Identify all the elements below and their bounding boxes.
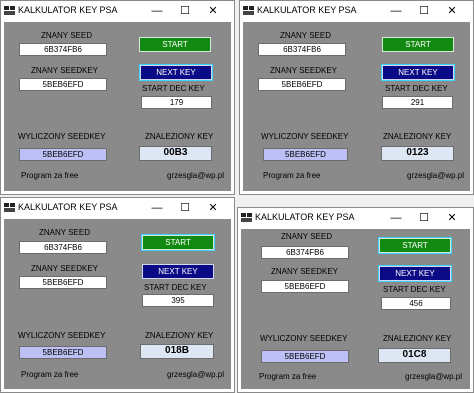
minimize-icon[interactable]: — bbox=[385, 210, 407, 226]
seed-field[interactable]: 6B374FB6 bbox=[19, 241, 107, 254]
label-znany-seed: ZNANY SEED bbox=[280, 31, 331, 40]
window-title: KALKULATOR KEY PSA bbox=[18, 202, 118, 212]
label-znany-seed: ZNANY SEED bbox=[281, 232, 332, 241]
close-icon[interactable]: ✕ bbox=[441, 210, 463, 226]
seedkey-field[interactable]: 5BEB6EFD bbox=[261, 280, 349, 293]
start-dec-field[interactable]: 291 bbox=[382, 96, 453, 109]
minimize-icon[interactable]: — bbox=[146, 200, 168, 216]
maximize-icon[interactable]: ☐ bbox=[413, 3, 435, 19]
label-start-dec-key: START DEC KEY bbox=[383, 285, 446, 294]
window-title: KALKULATOR KEY PSA bbox=[255, 212, 355, 222]
label-start-dec-key: START DEC KEY bbox=[385, 84, 448, 93]
seed-field[interactable]: 6B374FB6 bbox=[19, 43, 107, 56]
close-icon[interactable]: ✕ bbox=[441, 3, 463, 19]
computed-seedkey-field: 5BEB6EFD bbox=[263, 148, 348, 161]
maximize-icon[interactable]: ☐ bbox=[174, 200, 196, 216]
minimize-icon[interactable]: — bbox=[146, 3, 168, 19]
label-znaleziony-key: ZNALEZIONY KEY bbox=[383, 132, 452, 141]
seedkey-field[interactable]: 5BEB6EFD bbox=[19, 78, 107, 91]
maximize-icon[interactable]: ☐ bbox=[174, 3, 196, 19]
found-key-field: 018B bbox=[140, 344, 214, 359]
calculator-window-2: KALKULATOR KEY PSA — ☐ ✕ ZNANY SEED 6B37… bbox=[239, 0, 474, 195]
next-key-button[interactable]: NEXT KEY bbox=[142, 264, 214, 279]
computed-seedkey-field: 5BEB6EFD bbox=[19, 148, 107, 161]
form-panel: ZNANY SEED 6B374FB6 ZNANY SEEDKEY 5BEB6E… bbox=[243, 22, 470, 191]
label-wyliczony-seedkey: WYLICZONY SEEDKEY bbox=[18, 331, 106, 340]
label-znany-seedkey: ZNANY SEEDKEY bbox=[31, 264, 98, 273]
maximize-icon[interactable]: ☐ bbox=[413, 210, 435, 226]
app-icon bbox=[241, 213, 252, 222]
window-title: KALKULATOR KEY PSA bbox=[257, 5, 357, 15]
footer-left: Program za free bbox=[21, 370, 79, 379]
seed-field[interactable]: 6B374FB6 bbox=[258, 43, 346, 56]
footer-left: Program za free bbox=[259, 372, 317, 381]
seedkey-field[interactable]: 5BEB6EFD bbox=[258, 78, 346, 91]
computed-seedkey-field: 5BEB6EFD bbox=[261, 350, 349, 363]
app-icon bbox=[4, 6, 15, 15]
calculator-window-3: KALKULATOR KEY PSA — ☐ ✕ ZNANY SEED 6B37… bbox=[0, 197, 235, 393]
found-key-field: 0123 bbox=[381, 146, 454, 161]
footer-email: grzesgla@wp.pl bbox=[167, 171, 225, 180]
app-icon bbox=[4, 203, 15, 212]
footer-email: grzesgla@wp.pl bbox=[167, 370, 225, 379]
label-wyliczony-seedkey: WYLICZONY SEEDKEY bbox=[260, 334, 348, 343]
seedkey-field[interactable]: 5BEB6EFD bbox=[19, 276, 107, 289]
label-start-dec-key: START DEC KEY bbox=[142, 84, 205, 93]
start-button[interactable]: START bbox=[141, 234, 215, 251]
footer-email: grzesgla@wp.pl bbox=[405, 372, 463, 381]
close-icon[interactable]: ✕ bbox=[202, 200, 224, 216]
form-panel: ZNANY SEED 6B374FB6 ZNANY SEEDKEY 5BEB6E… bbox=[4, 22, 231, 191]
label-znaleziony-key: ZNALEZIONY KEY bbox=[145, 331, 214, 340]
calculator-window-1: KALKULATOR KEY PSA — ☐ ✕ ZNANY SEED 6B37… bbox=[0, 0, 235, 195]
next-key-button[interactable]: NEXT KEY bbox=[381, 64, 455, 81]
form-panel: ZNANY SEED 6B374FB6 ZNANY SEEDKEY 5BEB6E… bbox=[241, 229, 470, 389]
title-bar: KALKULATOR KEY PSA — ☐ ✕ bbox=[238, 208, 473, 228]
title-bar: KALKULATOR KEY PSA — ☐ ✕ bbox=[240, 1, 473, 21]
label-znany-seed: ZNANY SEED bbox=[39, 228, 90, 237]
footer-email: grzesgla@wp.pl bbox=[407, 171, 465, 180]
start-dec-field[interactable]: 395 bbox=[142, 294, 214, 307]
computed-seedkey-field: 5BEB6EFD bbox=[19, 346, 107, 359]
start-dec-field[interactable]: 179 bbox=[141, 96, 212, 109]
start-button[interactable]: START bbox=[378, 237, 452, 254]
label-start-dec-key: START DEC KEY bbox=[144, 283, 207, 292]
next-key-button[interactable]: NEXT KEY bbox=[139, 64, 213, 81]
label-wyliczony-seedkey: WYLICZONY SEEDKEY bbox=[18, 132, 106, 141]
app-icon bbox=[243, 6, 254, 15]
title-bar: KALKULATOR KEY PSA — ☐ ✕ bbox=[1, 1, 234, 21]
title-bar: KALKULATOR KEY PSA — ☐ ✕ bbox=[1, 198, 234, 218]
label-znany-seedkey: ZNANY SEEDKEY bbox=[270, 66, 337, 75]
footer-left: Program za free bbox=[263, 171, 321, 180]
found-key-field: 01C8 bbox=[378, 348, 451, 363]
next-key-button[interactable]: NEXT KEY bbox=[378, 265, 452, 282]
close-icon[interactable]: ✕ bbox=[202, 3, 224, 19]
label-znaleziony-key: ZNALEZIONY KEY bbox=[145, 132, 214, 141]
start-button[interactable]: START bbox=[382, 37, 454, 52]
label-znany-seedkey: ZNANY SEEDKEY bbox=[31, 66, 98, 75]
label-znany-seed: ZNANY SEED bbox=[41, 31, 92, 40]
found-key-field: 00B3 bbox=[139, 146, 212, 161]
minimize-icon[interactable]: — bbox=[385, 3, 407, 19]
label-wyliczony-seedkey: WYLICZONY SEEDKEY bbox=[261, 132, 349, 141]
start-dec-field[interactable]: 456 bbox=[381, 297, 451, 310]
form-panel: ZNANY SEED 6B374FB6 ZNANY SEEDKEY 5BEB6E… bbox=[4, 219, 231, 389]
window-title: KALKULATOR KEY PSA bbox=[18, 5, 118, 15]
footer-left: Program za free bbox=[21, 171, 79, 180]
start-button[interactable]: START bbox=[139, 37, 211, 52]
label-znany-seedkey: ZNANY SEEDKEY bbox=[271, 267, 338, 276]
calculator-window-4: KALKULATOR KEY PSA — ☐ ✕ ZNANY SEED 6B37… bbox=[237, 207, 474, 393]
label-znaleziony-key: ZNALEZIONY KEY bbox=[383, 334, 452, 343]
seed-field[interactable]: 6B374FB6 bbox=[261, 246, 349, 259]
